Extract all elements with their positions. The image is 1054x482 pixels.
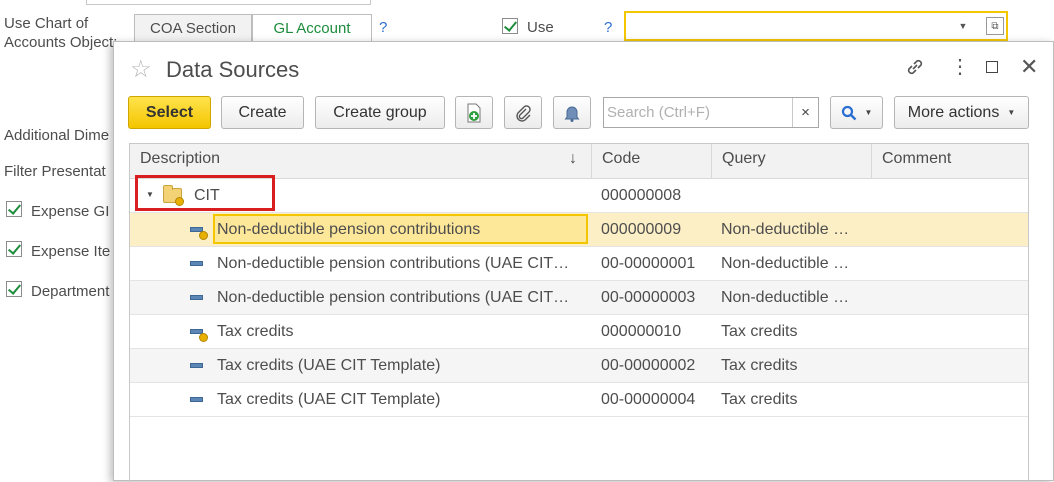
expense-item-label: Expense Ite xyxy=(31,243,111,260)
search-field[interactable]: Search (Ctrl+F) × xyxy=(603,97,819,128)
highlight-box xyxy=(135,175,275,211)
row-description: Non-deductible pension contributions xyxy=(213,214,588,244)
table-row[interactable]: Tax credits (UAE CIT Template) 00-000000… xyxy=(130,349,1028,383)
row-code: 000000010 xyxy=(601,323,682,340)
item-marked-icon xyxy=(190,227,208,240)
department-checkbox[interactable] xyxy=(6,281,22,297)
col-comment[interactable]: Comment xyxy=(872,144,1028,179)
maximize-icon[interactable] xyxy=(986,61,998,73)
top-input-edge xyxy=(86,0,371,5)
group-code: 000000008 xyxy=(601,187,682,204)
dropdown-icon[interactable]: ▼ xyxy=(950,13,976,39)
paperclip-icon xyxy=(516,104,531,122)
row-code: 00-00000002 xyxy=(601,357,696,374)
item-icon xyxy=(190,261,203,266)
more-vertical-icon[interactable]: ⋮ xyxy=(950,54,970,79)
magnifier-icon xyxy=(841,105,856,120)
help-icon-2[interactable]: ? xyxy=(604,19,612,36)
row-query: Tax credits xyxy=(721,323,798,340)
seg-gl-account[interactable]: GL Account xyxy=(252,14,372,42)
table-row[interactable]: Non-deductible pension contributions (UA… xyxy=(130,247,1028,281)
row-query: Non-deductible … xyxy=(721,255,850,272)
row-query: Tax credits xyxy=(721,357,798,374)
help-icon[interactable]: ? xyxy=(379,19,387,36)
item-icon xyxy=(190,397,203,402)
row-query: Non-deductible … xyxy=(721,221,850,238)
seg-coa-section[interactable]: COA Section xyxy=(134,14,252,42)
select-button[interactable]: Select xyxy=(128,96,211,129)
table-row[interactable]: Tax credits 000000010 Tax credits xyxy=(130,315,1028,349)
expense-gl-label: Expense GI xyxy=(31,203,110,220)
search-placeholder: Search (Ctrl+F) xyxy=(607,104,710,121)
item-marked-icon xyxy=(190,329,208,342)
table-row[interactable]: Non-deductible pension contributions 000… xyxy=(130,213,1028,247)
col-code[interactable]: Code xyxy=(592,144,712,179)
search-button[interactable]: ▼ xyxy=(830,96,883,129)
coa-label: Use Chart of Accounts Object: xyxy=(4,15,118,51)
favorite-star-icon[interactable]: ☆ xyxy=(130,55,152,84)
filter-presentation-label: Filter Presentat xyxy=(4,163,106,180)
more-actions-dropdown-icon: ▼ xyxy=(1007,108,1016,117)
row-description: Non-deductible pension contributions (UA… xyxy=(217,289,570,306)
row-description: Tax credits (UAE CIT Template) xyxy=(217,357,441,374)
row-description: Tax credits (UAE CIT Template) xyxy=(217,391,441,408)
data-sources-table: Description ↓ Code Query Comment ▼ CIT 0… xyxy=(129,143,1029,482)
search-dropdown-icon: ▼ xyxy=(864,108,873,117)
row-description: Non-deductible pension contributions (UA… xyxy=(217,255,570,272)
row-query: Tax credits xyxy=(721,391,798,408)
department-label: Department xyxy=(31,283,110,300)
row-query: Non-deductible … xyxy=(721,289,850,306)
bell-icon xyxy=(564,106,580,122)
use-value-field[interactable]: ▼ ⧉ xyxy=(624,11,1008,41)
dialog-title: Data Sources xyxy=(166,57,300,82)
data-sources-dialog: ☆ Data Sources ⋮ ✕ Select Create Create … xyxy=(113,41,1054,482)
table-row[interactable]: Tax credits (UAE CIT Template) 00-000000… xyxy=(130,383,1028,417)
notify-button[interactable] xyxy=(553,96,591,129)
item-icon xyxy=(190,363,203,368)
col-description[interactable]: Description ↓ xyxy=(130,144,592,179)
row-code: 00-00000003 xyxy=(601,289,696,306)
close-icon[interactable]: ✕ xyxy=(1020,54,1038,80)
expense-item-checkbox[interactable] xyxy=(6,241,22,257)
more-actions-button[interactable]: More actions ▼ xyxy=(894,96,1029,129)
row-code: 00-00000004 xyxy=(601,391,696,408)
add-copy-button[interactable] xyxy=(455,96,493,129)
row-code: 000000009 xyxy=(601,221,682,238)
new-document-icon xyxy=(467,103,481,122)
row-code: 00-00000001 xyxy=(601,255,696,272)
sort-arrow-icon: ↓ xyxy=(569,150,577,167)
use-checkbox[interactable] xyxy=(502,18,518,34)
item-icon xyxy=(190,295,203,300)
create-button[interactable]: Create xyxy=(221,96,304,129)
link-icon[interactable] xyxy=(904,56,926,83)
col-query[interactable]: Query xyxy=(712,144,872,179)
attach-button[interactable] xyxy=(504,96,542,129)
create-group-button[interactable]: Create group xyxy=(315,96,445,129)
row-description: Tax credits xyxy=(217,323,294,340)
clear-search-icon[interactable]: × xyxy=(792,98,818,127)
open-icon[interactable]: ⧉ xyxy=(986,17,1004,35)
additional-dimensions-label: Additional Dime xyxy=(4,127,110,144)
table-row[interactable]: Non-deductible pension contributions (UA… xyxy=(130,281,1028,315)
use-label: Use xyxy=(527,19,554,36)
expense-gl-checkbox[interactable] xyxy=(6,201,22,217)
